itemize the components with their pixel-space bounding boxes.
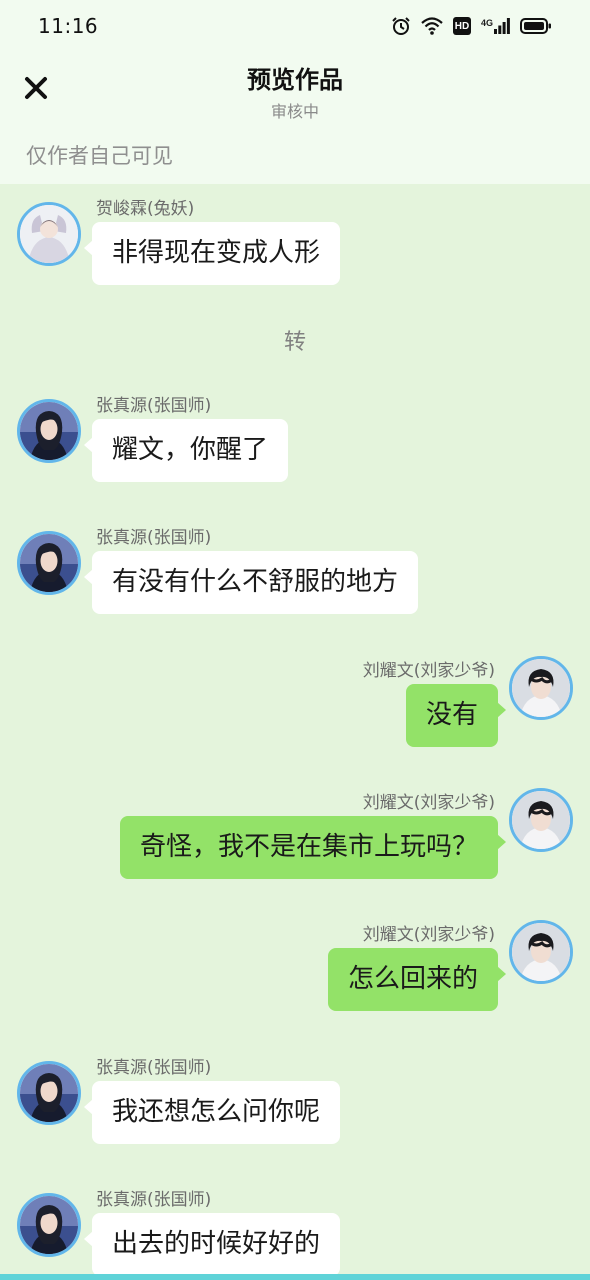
- network-label: 4G: [480, 18, 493, 28]
- bottom-edge-strip: [0, 1274, 590, 1280]
- sender-name: 张真源(张国师): [96, 1058, 212, 1078]
- status-time: 11:16: [38, 14, 99, 38]
- sender-name: 张真源(张国师): [96, 396, 212, 416]
- avatar[interactable]: [509, 920, 573, 984]
- visibility-note: 仅作者自己可见: [26, 144, 173, 168]
- status-icons: HD 4G: [391, 14, 552, 38]
- avatar[interactable]: [17, 202, 81, 266]
- sender-name: 刘耀文(刘家少爷): [362, 925, 495, 945]
- hd-badge: HD: [452, 17, 471, 35]
- message-bubble[interactable]: 有没有什么不舒服的地方: [83, 551, 419, 614]
- message-bubble[interactable]: 奇怪，我不是在集市上玩吗？: [119, 816, 507, 879]
- scene-separator: 转: [283, 330, 306, 355]
- avatar[interactable]: [17, 1061, 81, 1125]
- wifi-icon: [421, 17, 443, 35]
- alarm-icon: [391, 16, 411, 36]
- sender-name: 张真源(张国师): [96, 1190, 212, 1210]
- top-bar: 11:16 HD 4G 预览作品 审核中 仅作者自己可见: [0, 0, 590, 184]
- avatar[interactable]: [17, 531, 81, 595]
- avatar[interactable]: [17, 1193, 81, 1257]
- avatar[interactable]: [17, 399, 81, 463]
- message-bubble[interactable]: 非得现在变成人形: [83, 222, 341, 285]
- review-status: 审核中: [270, 102, 319, 121]
- message-bubble[interactable]: 出去的时候好好的: [83, 1213, 341, 1276]
- avatar[interactable]: [509, 788, 573, 852]
- message-bubble[interactable]: 耀文，你醒了: [83, 419, 289, 482]
- battery-icon: [520, 17, 552, 35]
- message-bubble[interactable]: 怎么回来的: [327, 948, 507, 1011]
- message-bubble[interactable]: 我还想怎么问你呢: [83, 1081, 341, 1144]
- sender-name: 刘耀文(刘家少爷): [362, 793, 495, 813]
- sender-name: 刘耀文(刘家少爷): [362, 661, 495, 681]
- sender-name: 贺峻霖(兔妖): [96, 199, 195, 219]
- chat-feed[interactable]: 贺峻霖(兔妖) 非得现在变成人形 转 张真源(张国师) 耀文，你醒了 张真源(张…: [0, 184, 590, 1280]
- avatar[interactable]: [509, 656, 573, 720]
- message-bubble[interactable]: 没有: [405, 684, 507, 747]
- page-title: 预览作品: [247, 66, 343, 94]
- sender-name: 张真源(张国师): [96, 528, 212, 548]
- signal-icon: 4G: [481, 18, 510, 34]
